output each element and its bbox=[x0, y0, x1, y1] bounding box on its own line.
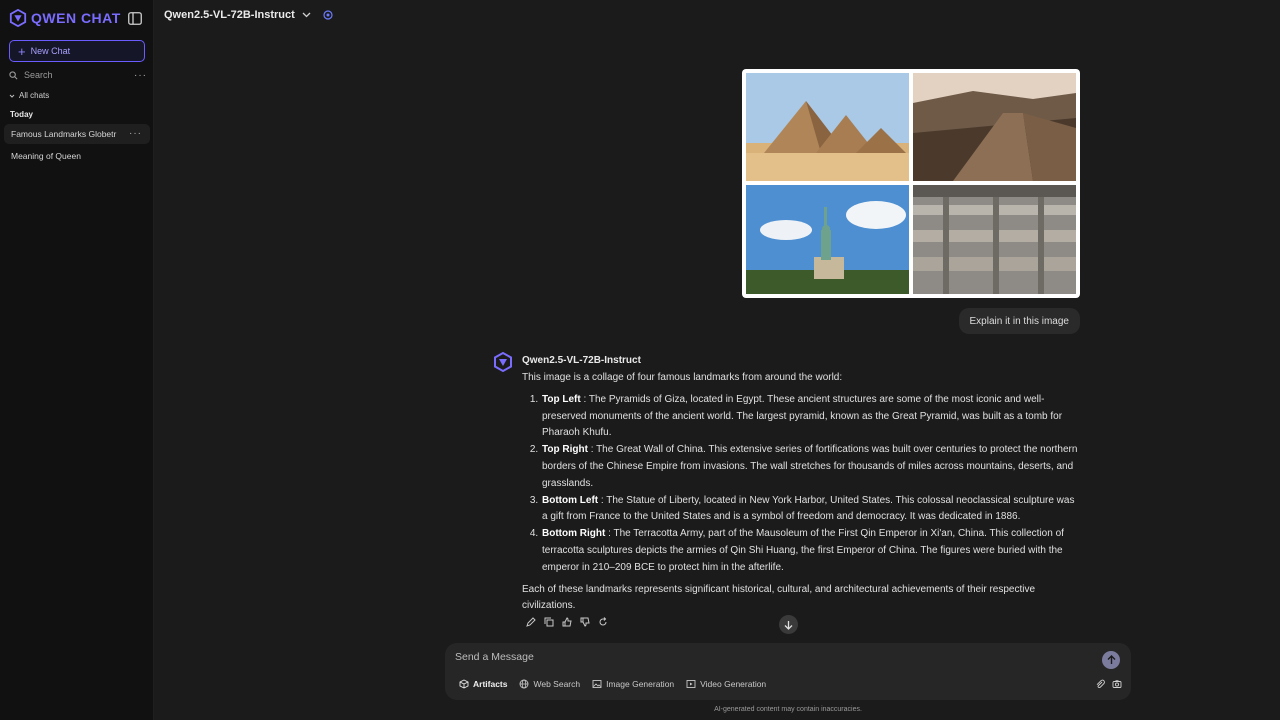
user-message-bubble: Explain it in this image bbox=[958, 308, 1080, 334]
item-heading: Top Right bbox=[542, 444, 588, 456]
chat-history-item[interactable]: Meaning of Queen bbox=[4, 146, 150, 166]
scroll-to-bottom-button[interactable] bbox=[779, 615, 798, 634]
thumbs-up-icon[interactable] bbox=[562, 617, 572, 627]
image-generation-toggle[interactable]: Image Generation bbox=[592, 679, 674, 689]
statue-of-liberty-image bbox=[746, 185, 909, 294]
arrow-down-icon bbox=[784, 620, 793, 630]
search-row[interactable]: Search ··· bbox=[9, 68, 147, 82]
item-text: : The Statue of Liberty, located in New … bbox=[542, 494, 1075, 523]
more-options-icon[interactable]: ··· bbox=[134, 70, 147, 81]
search-icon bbox=[9, 70, 18, 79]
video-generation-toggle[interactable]: Video Generation bbox=[686, 679, 766, 689]
qwen-avatar-icon bbox=[494, 352, 512, 372]
camera-icon[interactable] bbox=[1112, 679, 1122, 689]
chat-title: Famous Landmarks Globetr bbox=[11, 129, 117, 139]
item-heading: Bottom Right bbox=[542, 528, 606, 540]
list-item: Top Left : The Pyramids of Giza, located… bbox=[541, 392, 1078, 442]
globe-icon bbox=[520, 679, 529, 689]
composer-tools: Artifacts Web Search Image Generation Vi… bbox=[459, 679, 766, 689]
disclaimer: AI-generated content may contain inaccur… bbox=[714, 706, 862, 713]
list-item: Bottom Left : The Statue of Liberty, loc… bbox=[541, 493, 1078, 527]
new-chat-label: New Chat bbox=[30, 46, 71, 56]
pyramids-image bbox=[746, 73, 909, 181]
chat-title: Meaning of Queen bbox=[11, 151, 81, 161]
image-icon bbox=[592, 680, 602, 688]
artifacts-label: Artifacts bbox=[473, 679, 508, 689]
chat-options-icon[interactable]: ··· bbox=[129, 128, 142, 139]
model-selector[interactable]: Qwen2.5-VL-72B-Instruct bbox=[164, 9, 334, 21]
chevron-down-icon bbox=[9, 94, 15, 98]
terracotta-army-image bbox=[913, 185, 1076, 294]
regenerate-icon[interactable] bbox=[598, 617, 608, 627]
chat-history-item[interactable]: Famous Landmarks Globetr ··· bbox=[4, 124, 150, 144]
paperclip-icon[interactable] bbox=[1095, 679, 1105, 689]
message-composer: Send a Message Artifacts Web Search Imag… bbox=[445, 643, 1131, 700]
item-text: : The Great Wall of China. This extensiv… bbox=[542, 444, 1078, 489]
cube-icon bbox=[459, 679, 469, 689]
image-generation-label: Image Generation bbox=[606, 679, 675, 689]
app-root: QWEN CHAT + New Chat Search ··· All chat… bbox=[0, 0, 1280, 720]
sidebar-toggle-icon[interactable] bbox=[128, 12, 142, 25]
artifacts-toggle[interactable]: Artifacts bbox=[459, 679, 507, 689]
item-text: : The Pyramids of Giza, located in Egypt… bbox=[542, 393, 1063, 439]
item-heading: Top Left bbox=[542, 393, 581, 405]
video-icon bbox=[686, 680, 696, 688]
web-search-label: Web Search bbox=[533, 679, 581, 689]
copy-icon[interactable] bbox=[544, 617, 554, 627]
section-today: Today bbox=[10, 110, 33, 119]
brand-name: QWEN CHAT bbox=[31, 10, 121, 26]
edit-icon[interactable] bbox=[526, 617, 536, 627]
landmark-list: Top Left : The Pyramids of Giza, located… bbox=[541, 392, 1078, 577]
message-actions bbox=[526, 617, 608, 627]
item-text: : The Terracotta Army, part of the Mauso… bbox=[542, 528, 1064, 573]
all-chats-label: All chats bbox=[19, 91, 50, 100]
send-button[interactable] bbox=[1102, 651, 1120, 669]
message-input[interactable]: Send a Message bbox=[455, 651, 534, 663]
item-heading: Bottom Left bbox=[542, 494, 599, 506]
model-name: Qwen2.5-VL-72B-Instruct bbox=[164, 9, 295, 21]
arrow-up-icon bbox=[1107, 655, 1115, 664]
great-wall-image bbox=[913, 73, 1076, 181]
plus-icon: + bbox=[18, 43, 26, 59]
composer-attachments bbox=[1095, 679, 1122, 689]
list-item: Top Right : The Great Wall of China. Thi… bbox=[541, 442, 1078, 492]
response-intro: This image is a collage of four famous l… bbox=[522, 372, 843, 383]
chevron-down-icon bbox=[302, 12, 311, 18]
thumbs-down-icon[interactable] bbox=[580, 617, 590, 627]
model-settings-icon[interactable] bbox=[322, 9, 334, 21]
web-search-toggle[interactable]: Web Search bbox=[519, 679, 580, 689]
assistant-name: Qwen2.5-VL-72B-Instruct bbox=[522, 355, 641, 366]
search-label: Search bbox=[24, 70, 53, 80]
video-generation-label: Video Generation bbox=[700, 679, 767, 689]
uploaded-image-collage[interactable] bbox=[742, 69, 1080, 298]
assistant-response: This image is a collage of four famous l… bbox=[522, 370, 1078, 615]
qwen-logo-icon bbox=[9, 9, 27, 27]
all-chats-toggle[interactable]: All chats bbox=[9, 91, 49, 100]
brand[interactable]: QWEN CHAT bbox=[9, 9, 121, 27]
new-chat-button[interactable]: + New Chat bbox=[9, 40, 145, 62]
list-item: Bottom Right : The Terracotta Army, part… bbox=[541, 526, 1078, 576]
sidebar: QWEN CHAT + New Chat Search ··· All chat… bbox=[0, 0, 154, 720]
response-outro: Each of these landmarks represents signi… bbox=[522, 583, 1036, 612]
